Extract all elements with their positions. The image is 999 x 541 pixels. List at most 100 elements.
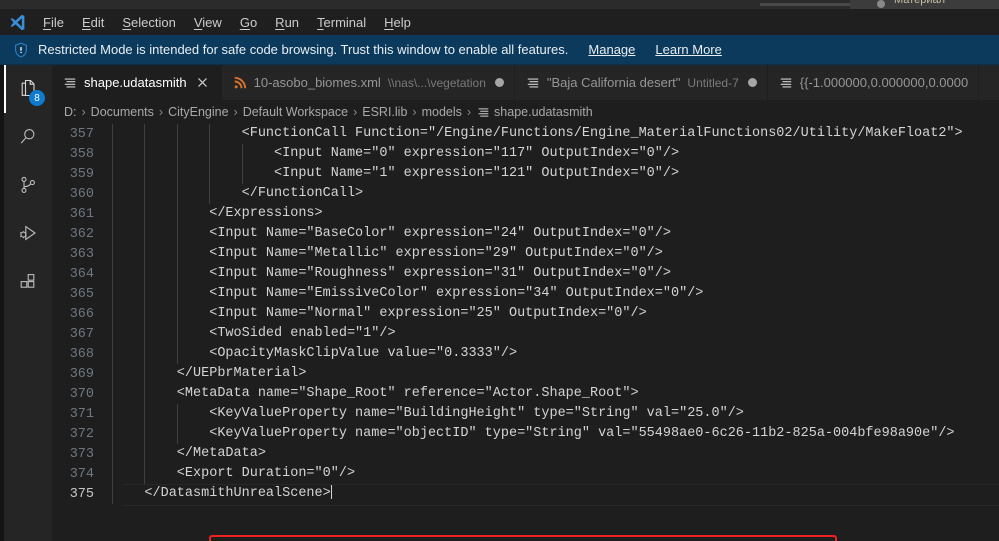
dirty-indicator-icon[interactable]: [494, 78, 504, 87]
code-line[interactable]: 366 <Input Name="Normal" expression="25"…: [52, 304, 999, 324]
indent-guide: [144, 264, 146, 284]
code-line[interactable]: 369 </UEPbrMaterial>: [52, 364, 999, 384]
indent-guide: [176, 304, 178, 324]
breadcrumb-separator: ›: [412, 105, 417, 119]
indent-guide: [176, 144, 178, 164]
indent-guide: [144, 344, 146, 364]
breadcrumb-item-cityengine[interactable]: CityEngine: [168, 105, 228, 119]
activity-bar-item-search[interactable]: [4, 113, 52, 161]
close-icon[interactable]: [195, 75, 211, 91]
code-line[interactable]: 359 <Input Name="1" expression="121" Out…: [52, 164, 999, 184]
restricted-mode-banner: Restricted Mode is intended for safe cod…: [0, 35, 999, 65]
line-number: 373: [69, 446, 94, 462]
code-line-text: <Input Name="Roughness" expression="31" …: [108, 264, 999, 284]
indent-guide: [176, 284, 178, 304]
indent-guide: [144, 384, 146, 404]
breadcrumb-item-models[interactable]: models: [422, 105, 462, 119]
code-line[interactable]: 367 <TwoSided enabled="1"/>: [52, 324, 999, 344]
menu-bar: File Edit Selection View Go Run Terminal…: [0, 9, 999, 35]
learn-more-link[interactable]: Learn More: [655, 42, 721, 57]
dirty-indicator-icon[interactable]: [747, 78, 757, 87]
code-line[interactable]: 372 <KeyValueProperty name="objectID" ty…: [52, 424, 999, 444]
indent-guide: [176, 404, 178, 424]
code-line[interactable]: 365 <Input Name="EmissiveColor" expressi…: [52, 284, 999, 304]
activity-bar-item-source-control[interactable]: [4, 161, 52, 209]
banner-message: Restricted Mode is intended for safe cod…: [38, 42, 569, 57]
code-line[interactable]: 363 <Input Name="Metallic" expression="2…: [52, 244, 999, 264]
indent-guide: [176, 264, 178, 284]
vscode-window: Материал File Edit Selection View Go Run…: [0, 0, 999, 541]
line-number: 367: [69, 326, 94, 342]
indent-guide: [176, 184, 178, 204]
code-line[interactable]: 370 <MetaData name="Shape_Root" referenc…: [52, 384, 999, 404]
indent-guide: [112, 264, 113, 284]
line-number: 375: [69, 486, 94, 502]
indent-guide: [144, 124, 146, 144]
indent-guide: [112, 204, 113, 224]
code-line[interactable]: 364 <Input Name="Roughness" expression="…: [52, 264, 999, 284]
indent-guide: [112, 424, 113, 444]
menu-go[interactable]: Go: [231, 9, 266, 35]
code-line[interactable]: 357 <FunctionCall Function="/Engine/Func…: [52, 124, 999, 144]
menu-terminal[interactable]: Terminal: [308, 9, 375, 35]
browser-tab-sliver: Материал: [0, 0, 999, 9]
line-number: 363: [69, 246, 94, 262]
code-line[interactable]: 358 <Input Name="0" expression="117" Out…: [52, 144, 999, 164]
line-number: 365: [69, 286, 94, 302]
editor-tab-matrix-literal[interactable]: {{-1.000000,0.000000,0.0000: [768, 65, 980, 100]
code-line[interactable]: 373 </MetaData>: [52, 444, 999, 464]
xml-file-icon: [778, 75, 794, 91]
editor-tab-label: 10-asobo_biomes.xml: [253, 75, 381, 90]
code-line[interactable]: 361 </Expressions>: [52, 204, 999, 224]
editor-tab-shape-udatasmith[interactable]: shape.udatasmith: [52, 65, 222, 100]
breadcrumb-separator: ›: [353, 105, 358, 119]
line-number: 368: [69, 346, 94, 362]
indent-guide: [144, 284, 146, 304]
code-line-text: </DatasmithUnrealScene>: [108, 484, 999, 504]
code-editor[interactable]: 357 <FunctionCall Function="/Engine/Func…: [52, 124, 999, 541]
editor-region: shape.udatasmith 10-asobo_biomes.xml \\n…: [52, 65, 999, 541]
code-line[interactable]: 374 <Export Duration="0"/>: [52, 464, 999, 484]
menu-edit[interactable]: Edit: [73, 9, 113, 35]
menu-run[interactable]: Run: [266, 9, 308, 35]
code-line-text: </UEPbrMaterial>: [108, 364, 999, 384]
breadcrumb-item-esri-lib[interactable]: ESRI.lib: [362, 105, 407, 119]
code-line-text: <FunctionCall Function="/Engine/Function…: [108, 124, 999, 144]
code-line-text: <OpacityMaskClipValue value="0.3333"/>: [108, 344, 999, 364]
indent-guide: [112, 304, 113, 324]
activity-bar-item-extensions[interactable]: [4, 257, 52, 305]
breadcrumb-item-drive[interactable]: D:: [64, 105, 77, 119]
search-icon: [20, 129, 35, 144]
breadcrumb-item-default-workspace[interactable]: Default Workspace: [243, 105, 348, 119]
code-line[interactable]: 362 <Input Name="BaseColor" expression="…: [52, 224, 999, 244]
menu-view[interactable]: View: [185, 9, 231, 35]
menu-file[interactable]: File: [34, 9, 73, 35]
editor-tab-asobo-biomes[interactable]: 10-asobo_biomes.xml \\nas\...\vegetation: [222, 65, 515, 100]
line-number: 374: [69, 466, 94, 482]
manage-link[interactable]: Manage: [588, 42, 635, 57]
breadcrumb: D: › Documents › CityEngine › Default Wo…: [52, 100, 999, 124]
code-line[interactable]: 360 </FunctionCall>: [52, 184, 999, 204]
breadcrumb-separator: ›: [81, 105, 86, 119]
breadcrumb-item-documents[interactable]: Documents: [91, 105, 154, 119]
line-number: 358: [69, 146, 94, 162]
line-number: 359: [69, 166, 94, 182]
code-line[interactable]: 371 <KeyValueProperty name="BuildingHeig…: [52, 404, 999, 424]
code-line-text: </MetaData>: [108, 444, 999, 464]
browser-tab-title: Материал: [894, 0, 945, 6]
code-line[interactable]: 368 <OpacityMaskClipValue value="0.3333"…: [52, 344, 999, 364]
line-number: 371: [69, 406, 94, 422]
activity-bar-item-explorer[interactable]: 8: [4, 65, 52, 113]
editor-tab-baja-california-desert[interactable]: "Baja California desert" Untitled-7: [515, 65, 768, 100]
indent-guide: [209, 184, 211, 204]
menu-help[interactable]: Help: [375, 9, 420, 35]
indent-guide: [209, 124, 211, 144]
activity-bar-item-run-and-debug[interactable]: [4, 209, 52, 257]
vscode-logo-icon: [0, 9, 34, 35]
editor-tab-bar: shape.udatasmith 10-asobo_biomes.xml \\n…: [52, 65, 999, 100]
breadcrumb-item-file[interactable]: shape.udatasmith: [494, 105, 593, 119]
editor-tab-label: "Baja California desert": [546, 75, 681, 90]
code-line[interactable]: 375 </DatasmithUnrealScene>: [52, 484, 999, 506]
code-line-text: <Input Name="0" expression="117" OutputI…: [108, 144, 999, 164]
menu-selection[interactable]: Selection: [113, 9, 184, 35]
